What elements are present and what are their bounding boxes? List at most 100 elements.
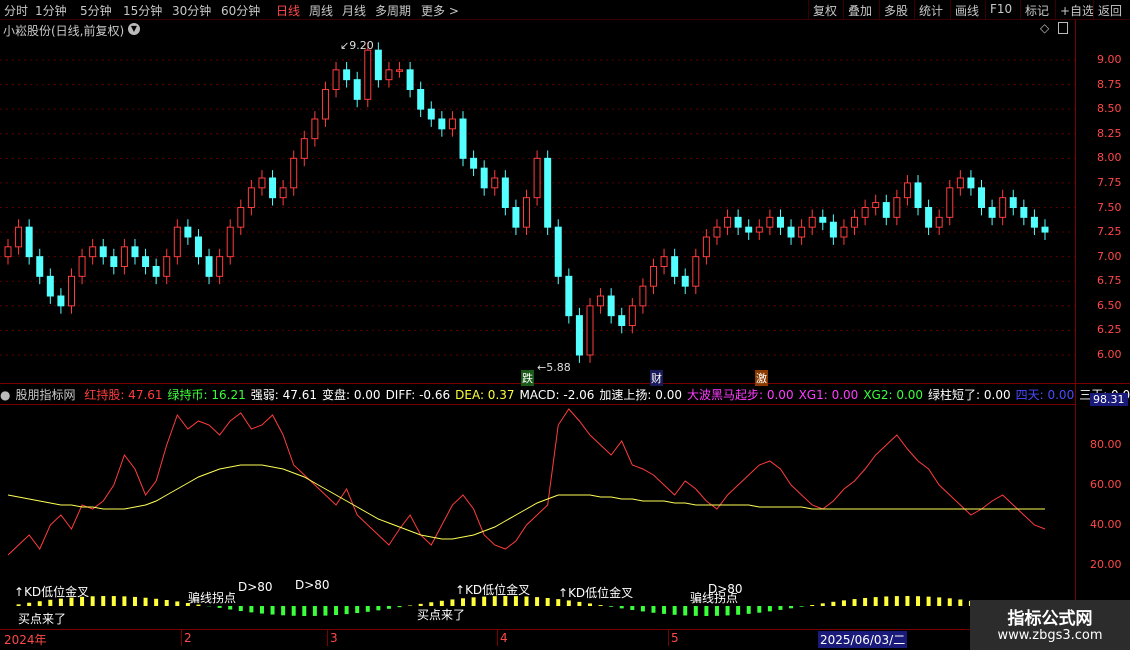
candle-body	[142, 256, 150, 267]
macd-bar	[958, 599, 963, 606]
signal-wash: 骗线拐点	[690, 591, 739, 605]
candle-body	[67, 275, 75, 307]
indicator-name[interactable]: 股朋指标网	[15, 388, 75, 402]
candle-body	[597, 295, 605, 307]
candle-body	[110, 256, 118, 267]
watermark-title: 指标公式网	[1007, 609, 1093, 629]
macd-bar	[164, 600, 169, 606]
signal-kd-golden: ↑KD低位金叉	[14, 585, 90, 599]
candle-body	[1041, 226, 1049, 233]
candle-body	[15, 226, 23, 248]
macd-bar	[640, 606, 645, 612]
candle-body	[893, 197, 901, 218]
candle-body	[692, 256, 700, 287]
indicator-item: DIFF: -0.66	[385, 388, 451, 402]
candle-body	[840, 226, 848, 238]
macd-bar	[408, 605, 413, 606]
marker-cai[interactable]: 财	[650, 370, 663, 386]
macd-bar	[693, 606, 698, 616]
kline-chart	[0, 42, 1075, 616]
candle-body	[226, 226, 234, 258]
candle-body	[237, 207, 245, 228]
candle-body	[343, 69, 351, 81]
signal-kd-golden: ↑KD低位金叉	[558, 586, 634, 600]
macd-bar	[820, 603, 825, 606]
candle-body	[988, 207, 996, 218]
signal-d80: D>80	[295, 578, 330, 592]
macd-bar	[355, 606, 360, 614]
macd-bar	[90, 596, 95, 606]
candle-body	[999, 197, 1007, 218]
macd-bar	[926, 596, 931, 606]
macd-bar	[725, 606, 730, 616]
price-axis-label: 9.00	[1097, 53, 1122, 66]
marker-ji[interactable]: 激	[755, 370, 768, 386]
macd-bar	[228, 606, 233, 610]
macd-bar	[101, 596, 106, 606]
price-axis-label: 8.75	[1097, 78, 1122, 91]
candle-body	[808, 216, 816, 228]
candle-body	[618, 315, 626, 326]
price-axis-label: 6.00	[1097, 348, 1122, 361]
macd-bar	[799, 606, 804, 607]
candle-body	[861, 207, 869, 218]
macd-bar	[916, 596, 921, 606]
price-axis-label: 7.00	[1097, 250, 1122, 263]
price-axis-label: 6.25	[1097, 323, 1122, 336]
macd-bar	[937, 597, 942, 606]
macd-bar	[566, 600, 571, 606]
candle-body	[4, 246, 12, 258]
macd-bar	[461, 598, 466, 606]
macd-bar	[598, 605, 603, 606]
indicator-circle-icon[interactable]: ●	[0, 388, 10, 402]
candle-body	[956, 177, 964, 189]
macd-bar	[587, 603, 592, 606]
indicator-item: 强弱: 47.61	[250, 388, 317, 402]
macd-bar	[48, 599, 53, 606]
macd-bar	[154, 598, 159, 606]
macd-bar	[535, 597, 540, 606]
macd-bar	[863, 597, 868, 606]
candle-body	[872, 202, 880, 208]
candle-body	[724, 216, 732, 228]
macd-bar	[810, 604, 815, 606]
indicator-item: MACD: -2.06	[519, 388, 595, 402]
macd-bar	[450, 599, 455, 606]
candle-body	[332, 69, 340, 91]
candle-body	[205, 256, 213, 277]
candle-body	[89, 246, 97, 258]
candle-body	[565, 275, 573, 317]
macd-bar	[111, 596, 116, 606]
candle-body	[247, 187, 255, 208]
candle-body	[470, 157, 478, 169]
candle-body	[258, 177, 266, 189]
macd-bar	[662, 606, 667, 614]
macd-bar	[905, 596, 910, 606]
candle-body	[480, 167, 488, 189]
macd-bar	[873, 597, 878, 606]
macd-bar	[789, 606, 794, 609]
macd-bar	[122, 596, 127, 606]
indicator-axis-label: 80.00	[1090, 438, 1122, 451]
macd-bar	[630, 606, 635, 610]
macd-bar	[323, 606, 328, 616]
candle-body	[903, 182, 911, 199]
macd-bar	[746, 606, 751, 614]
candle-body	[321, 89, 329, 120]
macd-bar	[291, 606, 296, 616]
candle-body	[533, 157, 541, 199]
candle-body	[184, 226, 192, 238]
macd-bar	[545, 598, 550, 606]
kd-line	[7, 408, 1046, 556]
macd-bar	[270, 606, 275, 615]
marker-fall[interactable]: 跌	[521, 370, 534, 386]
candle-body	[311, 118, 319, 140]
candle-body	[46, 275, 54, 297]
watermark-url: www.zbgs3.com	[997, 628, 1103, 643]
candle-body	[745, 226, 753, 233]
price-axis-label: 8.50	[1097, 102, 1122, 115]
candle-body	[523, 197, 530, 228]
candle-body	[681, 275, 689, 287]
macd-bar	[249, 606, 254, 613]
macd-bar	[344, 606, 349, 615]
